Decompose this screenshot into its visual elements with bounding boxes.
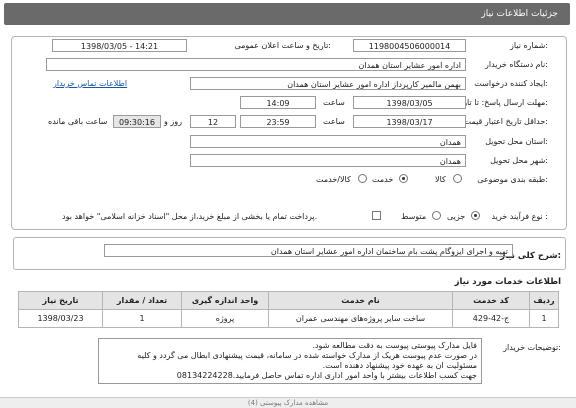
- send-deadline-date: 1398/03/05: [353, 96, 466, 109]
- cell-service-name: ساخت سایر پروژه‌های مهندسی عمران: [268, 309, 453, 328]
- creator-field: بهمن مالمیر کارپرداز اداره امور عشایر اس…: [190, 77, 466, 90]
- buyer-contact-link[interactable]: اطلاعات تماس خریدار: [53, 79, 127, 88]
- payment-note: پرداخت تمام یا بخشی از مبلغ خرید،از محل …: [62, 212, 318, 221]
- notes-line: فایل مدارک پیوستی پیوست به دقت مطالعه شو…: [312, 341, 477, 350]
- remaining-time-field: 09:30:16: [113, 115, 161, 128]
- description-field: تهیه و اجرای ایزوگام پشت بام ساختمان ادا…: [104, 244, 513, 257]
- col-service-name: نام خدمت: [268, 291, 453, 310]
- services-table-header: ردیف کد خدمت نام خدمت واحد اندازه گیری ت…: [18, 291, 559, 310]
- category-radio-goods[interactable]: [453, 174, 462, 183]
- need-number-label: شماره نیاز:: [509, 41, 548, 50]
- cell-service-code: ج-42-429: [452, 309, 530, 328]
- announce-datetime-field: 1398/03/05 - 14:21: [52, 39, 187, 52]
- announce-datetime-label: تاریخ و ساعت اعلان عمومی:: [234, 41, 331, 50]
- process-radio-minor[interactable]: [471, 211, 480, 220]
- attachments-bar[interactable]: مشاهده مدارک پیوستی (4): [0, 397, 576, 408]
- col-row: ردیف: [529, 291, 559, 310]
- validity-date: 1398/03/17: [353, 115, 466, 128]
- notes-line: مسئولیت ان به عهده خود پیشنهاد دهنده است…: [322, 361, 477, 370]
- page-title: جزئیات اطلاعات نیاز: [481, 9, 558, 19]
- buyer-org-field: اداره امور عشایر استان همدان: [46, 58, 466, 71]
- city-field: همدان: [190, 154, 466, 167]
- province-field: همدان: [190, 135, 466, 148]
- validity-time-label: ساعت: [323, 117, 345, 126]
- send-deadline-label: مهلت ارسال پاسخ: تا تاریخ:: [455, 98, 548, 107]
- category-label: طبقه بندی موضوعی:: [477, 175, 548, 184]
- need-number-field: 1198004506000014: [353, 39, 466, 52]
- treasury-bonds-checkbox[interactable]: [372, 211, 381, 220]
- remaining-time-label: ساعت باقی مانده: [48, 117, 108, 126]
- process-radio-medium[interactable]: [432, 211, 441, 220]
- send-time-label: ساعت: [323, 98, 345, 107]
- notes-line: در صورت عدم پیوست هریک از مدارک خواسته ش…: [137, 351, 477, 360]
- validity-time-field: 23:59: [240, 115, 316, 128]
- attachments-link[interactable]: مشاهده مدارک پیوستی (4): [248, 399, 328, 407]
- services-table: ردیف کد خدمت نام خدمت واحد اندازه گیری ت…: [18, 291, 559, 328]
- city-label: شهر محل تحویل:: [490, 156, 548, 165]
- days-field: 12: [190, 115, 236, 128]
- category-radio-goods-service[interactable]: [358, 174, 367, 183]
- creator-label: ایجاد کننده درخواست:: [474, 79, 548, 88]
- table-row[interactable]: 1 ج-42-429 ساخت سایر پروژه‌های مهندسی عم…: [18, 309, 559, 328]
- cell-unit: پروژه: [181, 309, 269, 328]
- col-need-date: تاریخ نیاز: [18, 291, 103, 310]
- province-label: استان محل تحویل:: [485, 137, 548, 146]
- col-service-code: کد خدمت: [452, 291, 530, 310]
- page-header: جزئیات اطلاعات نیاز: [4, 3, 570, 25]
- cell-need-date: 1398/03/23: [18, 309, 103, 328]
- notes-line: جهت کسب اطلاعات بیشتر با واحد امور اداری…: [176, 371, 477, 380]
- days-label: روز و: [164, 117, 182, 126]
- col-unit: واحد اندازه گیری: [181, 291, 269, 310]
- buyer-notes-box: فایل مدارک پیوستی پیوست به دقت مطالعه شو…: [98, 338, 482, 384]
- notes-label: توضیحات خریدار:: [503, 343, 561, 352]
- category-option-goods: کالا: [435, 175, 446, 184]
- services-section-title: اطلاعات خدمات مورد نیاز: [454, 277, 561, 287]
- process-option-minor: جزیی: [447, 212, 466, 221]
- col-quantity: تعداد / مقدار: [102, 291, 182, 310]
- cell-quantity: 1: [102, 309, 182, 328]
- cell-row: 1: [529, 309, 559, 328]
- category-radio-service[interactable]: [399, 174, 408, 183]
- category-option-goods-service: کالا/خدمت: [316, 175, 351, 184]
- process-type-label: نوع فرآیند خرید :: [491, 212, 548, 221]
- category-option-service: خدمت: [372, 175, 394, 184]
- process-option-medium: متوسط: [401, 212, 427, 221]
- buyer-org-label: نام دستگاه خریدار:: [484, 60, 548, 69]
- send-time-field: 14:09: [240, 96, 316, 109]
